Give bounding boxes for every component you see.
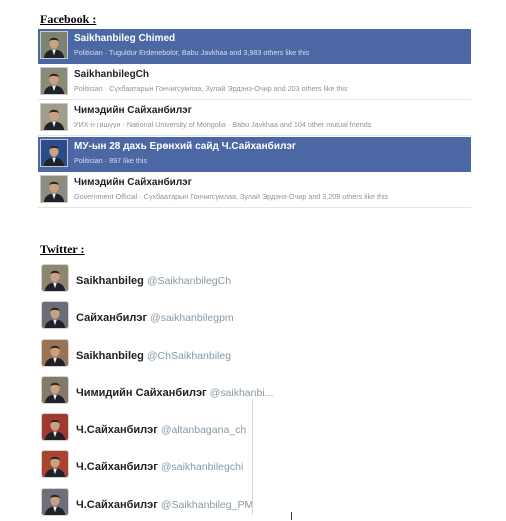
- profile-avatar: [40, 175, 68, 203]
- display-name: Saikhanbileg: [76, 349, 144, 362]
- profile-avatar: [40, 31, 68, 59]
- facebook-result-row[interactable]: SaikhanbilegCh Politician · Сүхбаатарын …: [38, 65, 471, 100]
- profile-avatar: [41, 301, 69, 330]
- user-handle: @Saikhanbileg_PM: [160, 498, 254, 511]
- display-name: Ч.Сайханбилэг: [76, 461, 158, 474]
- facebook-result-row[interactable]: Чимэдийн Сайханбилэг УИХ-н гишүүн · Nati…: [38, 101, 471, 136]
- profile-avatar: [40, 139, 68, 167]
- facebook-result-row[interactable]: МУ-ын 28 дахь Ерөнхий сайд Ч.Сайханбилэг…: [38, 137, 471, 172]
- twitter-result-row[interactable]: Saikhanbileg @ChSaikhanbileg: [38, 334, 292, 371]
- result-subtitle: Politician · Tuguldur Erdenebolor, Babu …: [74, 48, 310, 57]
- user-handle: @ChSaikhanbileg: [146, 349, 232, 362]
- twitter-result-row[interactable]: Чимидийн Сайханбилэг @saikhanbi...: [38, 371, 292, 408]
- result-name: Saikhanbileg Chimed: [74, 33, 176, 44]
- profile-avatar: [41, 487, 69, 516]
- list-divider: [252, 399, 253, 515]
- profile-avatar: [40, 103, 68, 131]
- profile-avatar: [41, 450, 69, 479]
- user-handle: @saikhanbilegpm: [150, 312, 234, 325]
- result-subtitle: Politician · 897 like this: [74, 156, 148, 165]
- twitter-section-title: Twitter :: [40, 242, 85, 256]
- result-name: SaikhanbilegCh: [74, 69, 150, 80]
- facebook-search-results: Saikhanbileg Chimed Politician · Tuguldu…: [38, 29, 471, 209]
- user-handle: @saikhanbi...: [209, 386, 274, 399]
- profile-avatar: [40, 67, 68, 95]
- facebook-section-title: Facebook :: [40, 12, 97, 26]
- twitter-result-row[interactable]: Сайханбилэг @saikhanbilegpm: [38, 296, 292, 333]
- text-cursor: [291, 512, 292, 520]
- profile-avatar: [41, 264, 69, 292]
- result-name: Чимэдийн Сайханбилэг: [74, 177, 192, 188]
- user-handle: @SaikhanbilegCh: [146, 275, 232, 287]
- display-name: Сайханбилэг: [76, 312, 148, 325]
- user-handle: @saikhanbilegchi: [160, 461, 244, 474]
- facebook-result-row[interactable]: Saikhanbileg Chimed Politician · Tuguldu…: [38, 29, 471, 64]
- twitter-result-row[interactable]: Saikhanbileg @SaikhanbilegCh: [38, 259, 292, 296]
- result-name: МУ-ын 28 дахь Ерөнхий сайд Ч.Сайханбилэг: [74, 141, 297, 152]
- twitter-result-row[interactable]: Ч.Сайханбилэг @Saikhanbileg_PM: [38, 483, 292, 520]
- display-name: Saikhanbileg: [76, 275, 144, 287]
- profile-avatar: [41, 338, 69, 367]
- twitter-search-results: Saikhanbileg @SaikhanbilegCh Сайханбилэг @…: [38, 259, 292, 521]
- result-subtitle: Politician · Сүхбаатарын Гончигсумлаа, З…: [74, 84, 348, 93]
- profile-avatar: [41, 375, 69, 404]
- facebook-result-row[interactable]: Чимэдийн Сайханбилэг Government Official…: [38, 173, 471, 208]
- display-name: Ч.Сайханбилэг: [76, 498, 158, 511]
- display-name: Чимидийн Сайханбилэг: [76, 386, 207, 399]
- profile-avatar: [41, 413, 69, 442]
- result-name: Чимэдийн Сайханбилэг: [74, 105, 192, 116]
- result-subtitle: УИХ-н гишүүн · National University of Mo…: [74, 120, 372, 129]
- user-handle: @altanbagana_ch: [160, 424, 247, 437]
- twitter-result-row[interactable]: Ч.Сайханбилэг @saikhanbilegchi: [38, 445, 292, 482]
- result-subtitle: Government Official · Сүхбаатарын Гончиг…: [74, 192, 389, 201]
- twitter-result-row[interactable]: Ч.Сайханбилэг @altanbagana_ch: [38, 408, 292, 445]
- display-name: Ч.Сайханбилэг: [76, 424, 158, 437]
